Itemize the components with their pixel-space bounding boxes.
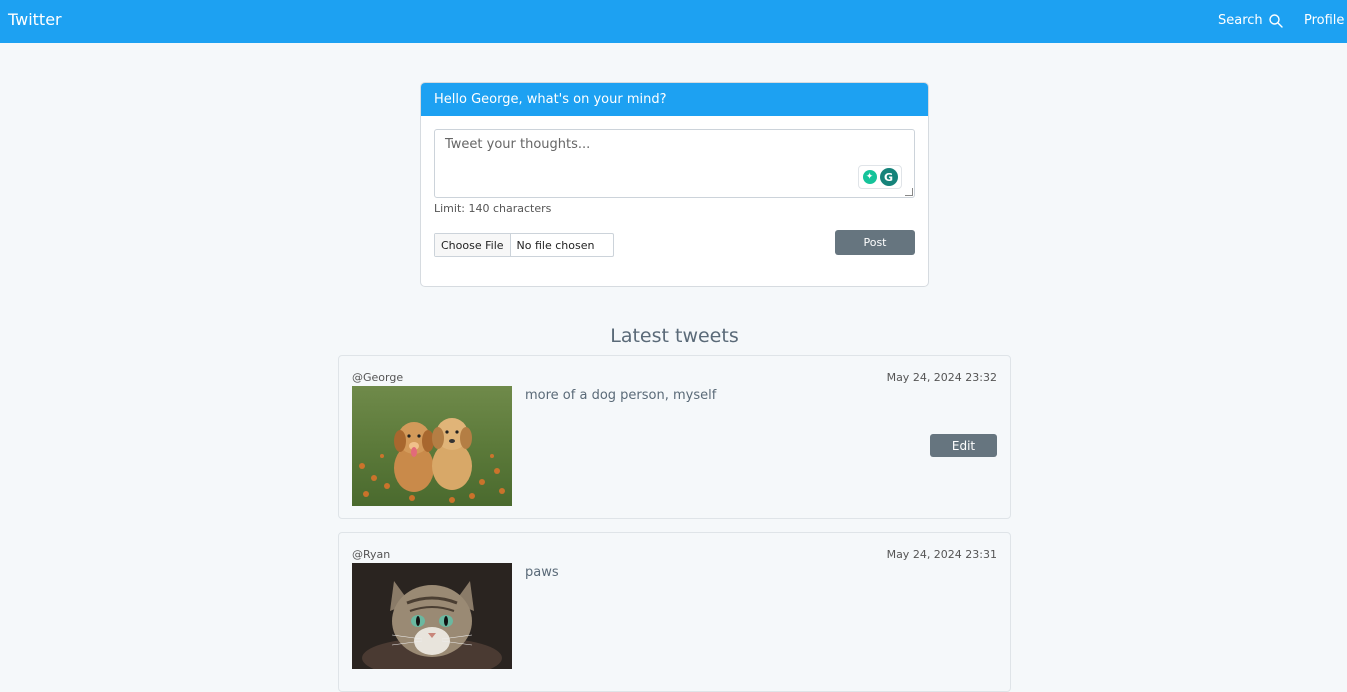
feed-title: Latest tweets <box>610 325 739 347</box>
edit-button[interactable]: Edit <box>930 434 997 457</box>
brand-logo-text[interactable]: Twitter <box>8 10 62 29</box>
file-status-text: No file chosen <box>516 238 595 252</box>
resize-handle[interactable] <box>905 188 913 196</box>
nav-search-link[interactable]: Search <box>1218 13 1283 28</box>
compose-header: Hello George, what's on your mind? <box>421 83 928 116</box>
top-navbar: Twitter Search Profile <box>0 0 1347 43</box>
tweet-text: paws <box>525 565 559 580</box>
nav-profile-link[interactable]: Profile <box>1304 13 1344 28</box>
tweet-card: @Ryan May 24, 2024 23:31 paws <box>338 532 1011 692</box>
grammarly-widget[interactable]: ✦ G <box>858 165 902 189</box>
file-input[interactable]: Choose File No file chosen <box>434 233 614 257</box>
tweet-image-puppies <box>352 386 512 506</box>
grammarly-icon: G <box>879 168 898 186</box>
tweet-timestamp: May 24, 2024 23:32 <box>886 371 997 384</box>
tweet-handle[interactable]: @Ryan <box>352 548 390 561</box>
tweet-card: @George May 24, 2024 23:32 more of a dog… <box>338 355 1011 519</box>
tweet-handle[interactable]: @George <box>352 371 403 384</box>
post-button[interactable]: Post <box>835 230 915 255</box>
tweet-input[interactable] <box>434 129 915 198</box>
tweet-timestamp: May 24, 2024 23:31 <box>886 548 997 561</box>
choose-file-button[interactable]: Choose File <box>435 234 511 256</box>
search-icon <box>1268 13 1283 28</box>
nav-search-label: Search <box>1218 13 1263 28</box>
tweet-text: more of a dog person, myself <box>525 388 717 403</box>
character-limit-text: Limit: 140 characters <box>434 202 552 215</box>
lightbulb-icon: ✦ <box>862 170 877 184</box>
compose-card: Hello George, what's on your mind? ✦ G L… <box>420 82 929 287</box>
tweet-image-cat <box>352 563 512 669</box>
